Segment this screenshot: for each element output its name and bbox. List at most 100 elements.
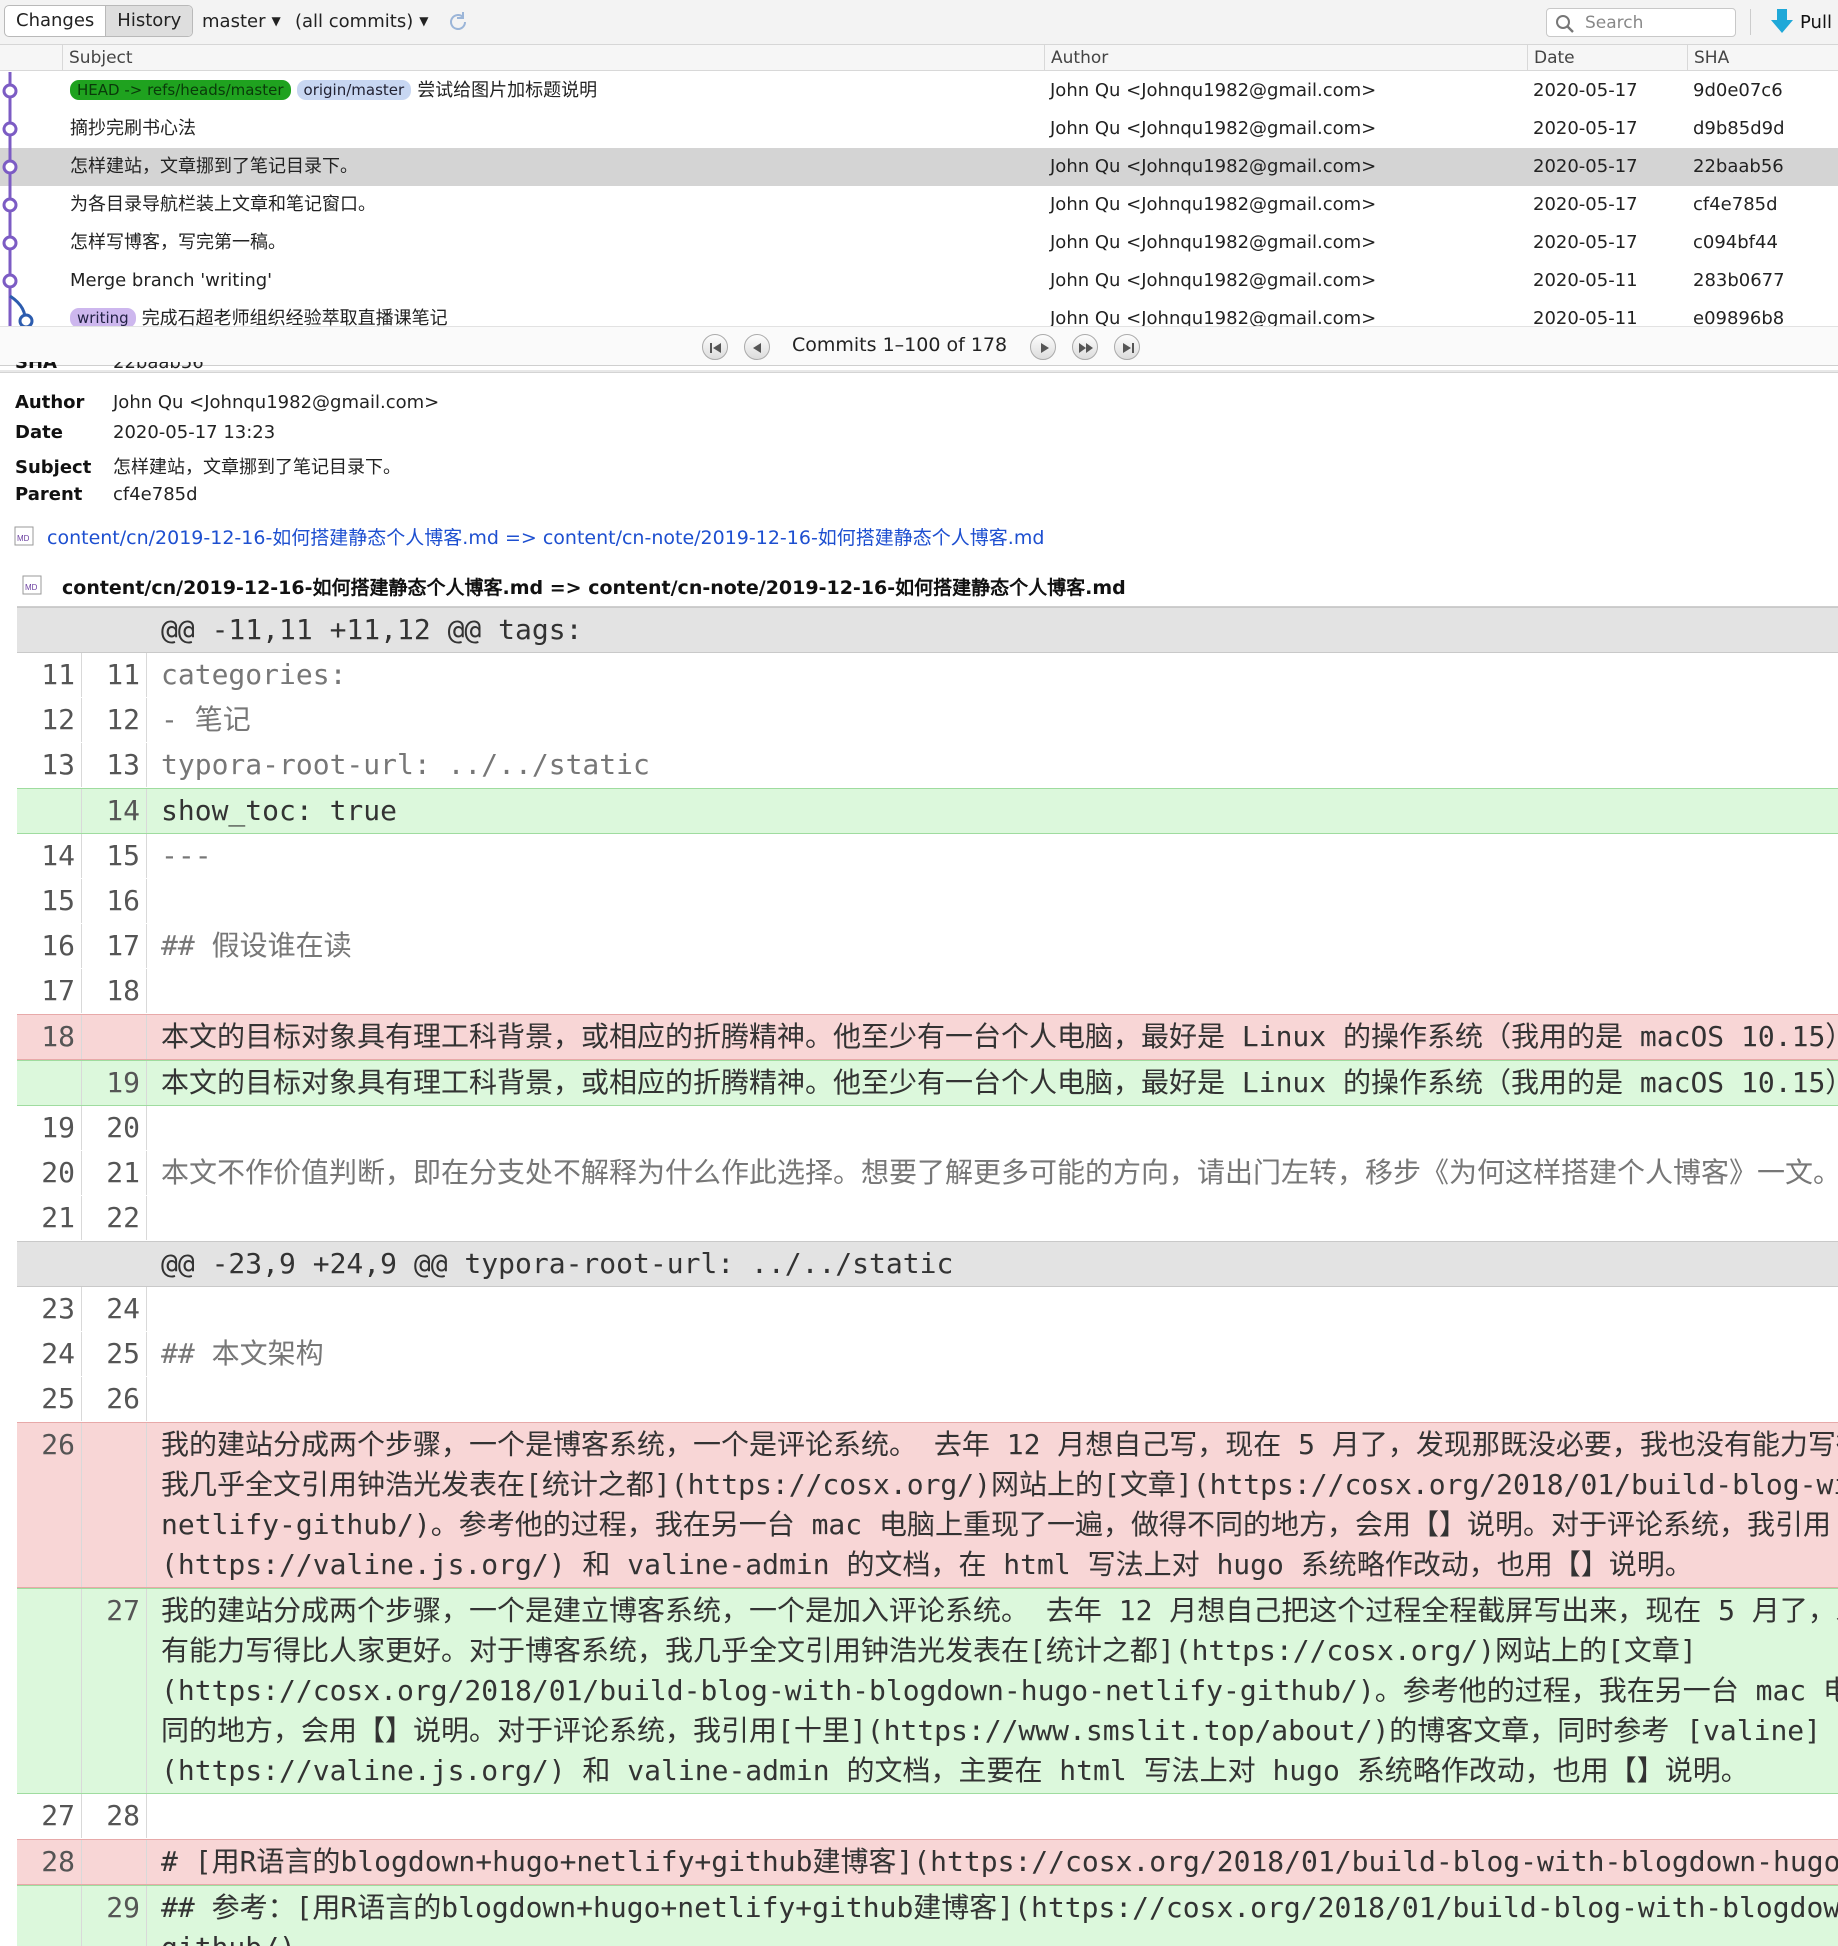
commit-row[interactable]: 怎样建站，文章挪到了笔记目录下。 John Qu <Johnqu1982@gmai… — [0, 148, 1838, 186]
commit-row[interactable]: Merge branch 'writing' John Qu <Johnqu198… — [0, 262, 1838, 300]
new-line-number: 14 — [82, 789, 147, 833]
commit-subject-text: 尝试给图片加标题说明 — [417, 80, 598, 101]
diff-context-line: 25 26 — [17, 1377, 1838, 1422]
commit-subject: writing 完成石超老师组织经验萃取直播课笔记 — [70, 300, 448, 326]
prev-page-button[interactable] — [744, 334, 770, 360]
new-line-number — [82, 1015, 147, 1059]
ref-badge: writing — [70, 308, 136, 326]
subject-value: 怎样建站，文章挪到了笔记目录下。 — [113, 457, 401, 478]
diff-removed-line: 26 我的建站分成两个步骤，一个是博客系统，一个是评论系统。 去年 12 月想自己… — [17, 1422, 1838, 1588]
commit-row[interactable]: HEAD -> refs/heads/master origin/master 尝试… — [0, 72, 1838, 110]
first-page-button[interactable] — [702, 334, 728, 360]
diff-line-text: categories: — [161, 658, 347, 691]
author-label: Author — [15, 392, 85, 413]
parent-value[interactable]: cf4e785d — [113, 484, 198, 505]
chevron-down-icon: ▼ — [419, 14, 429, 28]
old-line-number: 14 — [17, 834, 82, 878]
diff-removed-line: 28 # [用R语言的blogdown+hugo+netlify+github建博… — [17, 1839, 1838, 1885]
column-subject[interactable]: Subject — [62, 45, 1044, 71]
author-value: John Qu <Johnqu1982@gmail.com> — [113, 392, 440, 413]
diff-context-line: 13 13 typora-root-url: ../../static — [17, 743, 1838, 788]
diff-wrapped-line: (https://valine.js.org/) 和 valine-admin … — [161, 1754, 1749, 1787]
diff-line-text — [147, 879, 1838, 923]
search-box[interactable]: Search — [1546, 8, 1736, 37]
column-author[interactable]: Author — [1044, 45, 1527, 71]
old-line-number: 16 — [17, 924, 82, 968]
commit-author: John Qu <Johnqu1982@gmail.com> — [1050, 156, 1377, 177]
refresh-icon[interactable] — [446, 10, 470, 34]
diff-context-line: 21 22 — [17, 1196, 1838, 1241]
diff-line-text — [147, 969, 1838, 1013]
diff-context-line: 14 15 --- — [17, 834, 1838, 879]
commit-filter-dropdown[interactable]: (all commits) ▼ — [295, 11, 428, 32]
search-input[interactable]: Search — [1585, 13, 1643, 33]
sha-label: SHA — [15, 362, 57, 373]
diff-wrapped-line: 有能力写得比人家更好。对于博客系统，我几乎全文引用钟浩光发表在[统计之都](ht… — [161, 1634, 1697, 1667]
new-line-number: 16 — [82, 879, 147, 923]
commit-sha: c094bf44 — [1693, 232, 1778, 253]
diff-context-line: 20 21 本文不作价值判断，即在分支处不解释为什么作此选择。想要了解更多可能的方向… — [17, 1151, 1838, 1196]
diff-line-text — [147, 1377, 1838, 1421]
chevron-down-icon: ▼ — [271, 14, 281, 28]
diff-context-line: 17 18 — [17, 969, 1838, 1014]
changed-file-link[interactable]: content/cn/2019-12-16-如何搭建静态个人博客.md => c… — [47, 523, 1044, 550]
column-sha[interactable]: SHA — [1687, 45, 1838, 71]
diff-added-line: 29 ## 参考：[用R语言的blogdown+hugo+netlify+gith… — [17, 1885, 1838, 1946]
commit-graph — [2, 72, 34, 326]
commit-filter-label: (all commits) — [295, 11, 414, 32]
tab-history[interactable]: History — [105, 6, 193, 36]
diff-wrapped-line: 我几乎全文引用钟浩光发表在[统计之都](https://cosx.org/)网站… — [161, 1468, 1838, 1501]
commit-date: 2020-05-17 — [1533, 194, 1638, 215]
commit-row[interactable]: 怎样写博客，写完第一稿。 John Qu <Johnqu1982@gmail.co… — [0, 224, 1838, 262]
commit-author: John Qu <Johnqu1982@gmail.com> — [1050, 308, 1377, 326]
branch-label: master — [202, 11, 266, 32]
markdown-file-icon: MD — [14, 526, 34, 546]
diff-line-text: 本文的目标对象具有理工科背景，或相应的折腾精神。他至少有一台个人电脑，最好是 L… — [161, 1020, 1838, 1053]
skip-forward-button[interactable] — [1072, 334, 1098, 360]
diff-added-line: 19 本文的目标对象具有理工科背景，或相应的折腾精神。他至少有一台个人电脑，最好是… — [17, 1060, 1838, 1106]
commit-sha-row: SHA 22baab56 — [15, 362, 204, 376]
old-line-number: 11 — [17, 653, 82, 697]
column-date[interactable]: Date — [1527, 45, 1687, 71]
new-line-number: 22 — [82, 1196, 147, 1240]
ref-badge: origin/master — [296, 80, 412, 100]
diff-line-text: @@ -23,9 +24,9 @@ typora-root-url: ../..… — [161, 1247, 954, 1280]
diff-context-line: 11 11 categories: — [17, 653, 1838, 698]
markdown-file-icon: MD — [22, 575, 42, 595]
old-line-number — [17, 789, 82, 833]
new-line-number: 27 — [82, 1589, 147, 1793]
diff-line-text — [147, 1287, 1838, 1331]
diff-context-line: 12 12 - 笔记 — [17, 698, 1838, 743]
old-line-number: 13 — [17, 743, 82, 787]
new-line-number: 12 — [82, 698, 147, 742]
diff-file-path: content/cn/2019-12-16-如何搭建静态个人博客.md => c… — [62, 577, 1126, 599]
commit-subject: 摘抄完刷书心法 — [70, 110, 196, 148]
commit-subject-text: 摘抄完刷书心法 — [70, 118, 196, 139]
commit-subject-text: 怎样写博客，写完第一稿。 — [70, 232, 286, 253]
diff-line-text: 本文不作价值判断，即在分支处不解释为什么作此选择。想要了解更多可能的方向，请出门… — [161, 1156, 1838, 1189]
diff-view: @@ -11,11 +11,12 @@ tags: 11 11 categories:… — [17, 607, 1838, 1946]
commit-row[interactable]: writing 完成石超老师组织经验萃取直播课笔记 John Qu <Johnqu1… — [0, 300, 1838, 326]
branch-dropdown[interactable]: master ▼ — [202, 11, 281, 32]
diff-line-text: # [用R语言的blogdown+hugo+netlify+github建博客]… — [161, 1845, 1838, 1878]
next-page-button[interactable] — [1030, 334, 1056, 360]
last-page-button[interactable] — [1114, 334, 1140, 360]
old-line-number: 18 — [17, 1015, 82, 1059]
commit-list: HEAD -> refs/heads/master origin/master 尝试… — [0, 72, 1838, 326]
commit-row[interactable]: 摘抄完刷书心法 John Qu <Johnqu1982@gmail.com> 202… — [0, 110, 1838, 148]
last-page-icon — [1123, 343, 1134, 353]
sha-value: 22baab56 — [113, 362, 204, 373]
commit-subject-row: Subject 怎样建站，文章挪到了笔记目录下。 — [15, 453, 401, 479]
graph-nodes — [2, 83, 34, 326]
pull-arrow-icon — [1771, 9, 1793, 33]
commit-subject: Merge branch 'writing' — [70, 262, 272, 300]
tab-changes[interactable]: Changes — [5, 6, 105, 36]
old-line-number — [17, 1242, 82, 1286]
diff-context-line: 23 24 — [17, 1287, 1838, 1332]
commit-date: 2020-05-17 — [1533, 156, 1638, 177]
diff-wrapped-line: (https://valine.js.org/) 和 valine-admin … — [161, 1548, 1693, 1581]
pane-splitter[interactable] — [0, 370, 1838, 373]
commit-row[interactable]: 为各目录导航栏装上文章和笔记窗口。 John Qu <Johnqu1982@gma… — [0, 186, 1838, 224]
diff-line-text: ## 假设谁在读 — [161, 929, 352, 962]
new-line-number: 19 — [82, 1061, 147, 1105]
